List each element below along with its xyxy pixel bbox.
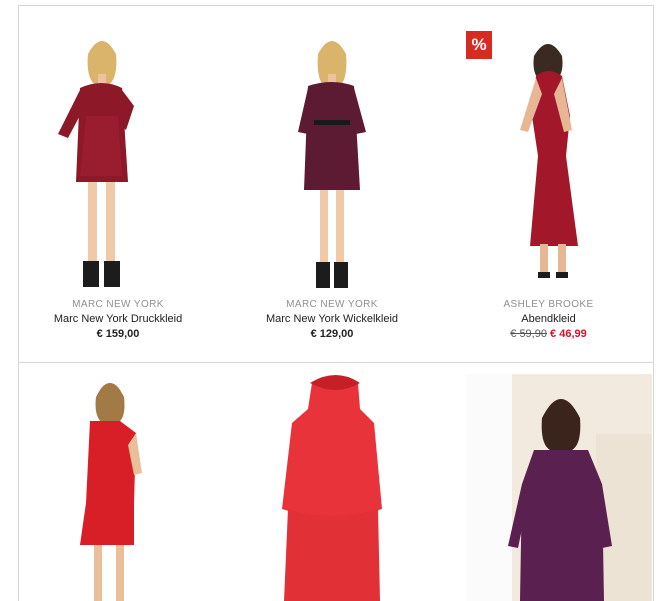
product-card-druckkleid[interactable]: MARC NEW YORK Marc New York Druckkleid €…: [18, 6, 218, 361]
product-card-abendkleid[interactable]: % ASHLEY BROOKE Abendkleid € 59,90 € 46,…: [446, 6, 651, 361]
product-price: € 59,90 € 46,99: [446, 328, 651, 340]
product-image-4[interactable]: [18, 363, 218, 601]
old-price: € 59,90: [510, 328, 547, 340]
product-card-4[interactable]: [18, 363, 218, 601]
product-image-5[interactable]: [232, 363, 432, 601]
product-name[interactable]: Abendkleid: [446, 313, 651, 325]
product-card-5[interactable]: [232, 363, 432, 601]
product-name[interactable]: Marc New York Druckkleid: [18, 313, 218, 325]
product-brand: MARC NEW YORK: [72, 299, 164, 310]
product-price: € 129,00: [310, 328, 354, 340]
product-price: € 159,00: [96, 328, 140, 340]
product-image-6[interactable]: [466, 374, 652, 601]
product-name[interactable]: Marc New York Wickelkleid: [232, 313, 432, 325]
sale-price: € 46,99: [550, 328, 587, 340]
product-card-wickelkleid[interactable]: MARC NEW YORK Marc New York Wickelkleid …: [232, 6, 432, 361]
product-card-6[interactable]: [466, 374, 652, 601]
product-brand: ASHLEY BROOKE: [503, 299, 594, 310]
product-brand: MARC NEW YORK: [286, 299, 378, 310]
